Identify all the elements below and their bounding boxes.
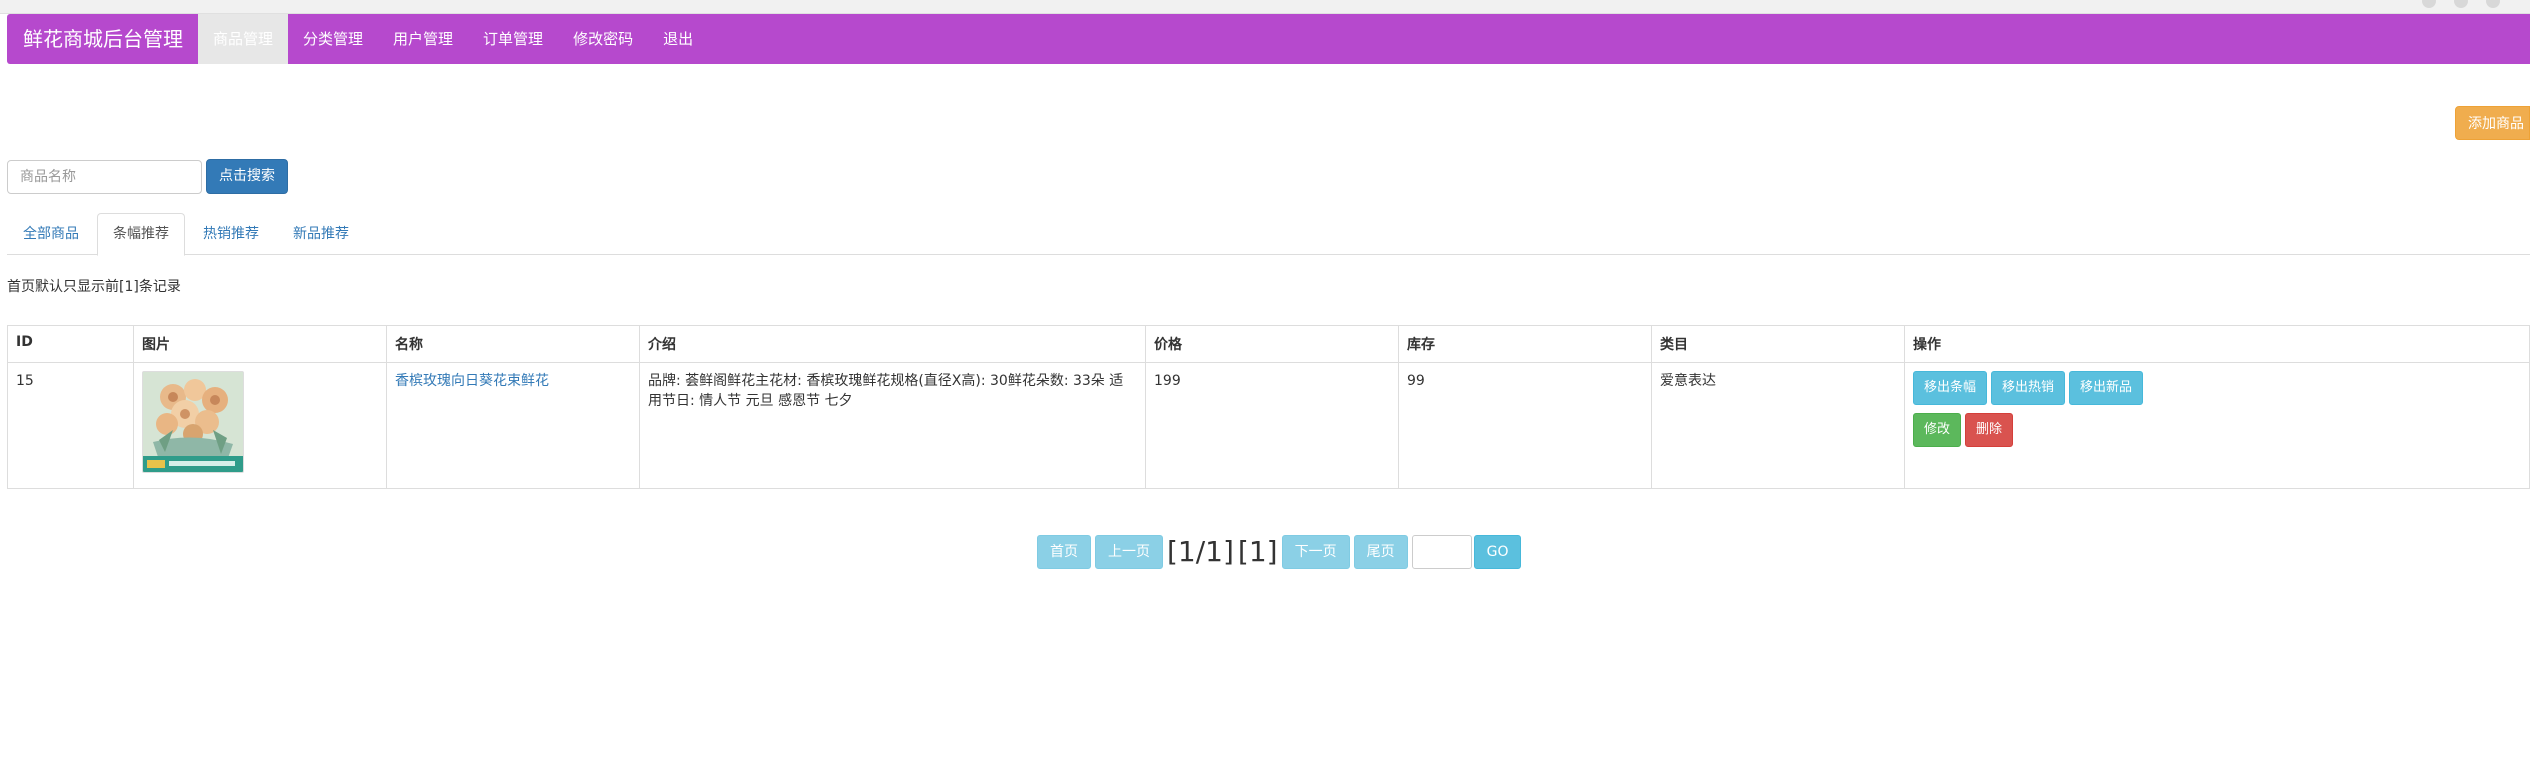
add-product-button[interactable]: 添加商品	[2455, 106, 2530, 140]
table-row: 15 香槟玫瑰向日葵花束鲜花 品牌: 荟鲜阁鲜花主花材: 香槟玫瑰鲜花规格(直径…	[7, 362, 2530, 489]
window-control-dot[interactable]	[2486, 0, 2500, 8]
flower-bouquet-thumbnail-icon	[142, 371, 244, 473]
column-header-name: 名称	[386, 325, 640, 363]
nav-item-orders[interactable]: 订单管理	[468, 14, 558, 64]
product-tabs: 全部商品 条幅推荐 热销推荐 新品推荐	[7, 213, 2530, 256]
tab-banner-recommend[interactable]: 条幅推荐	[97, 213, 185, 256]
nav-item-products[interactable]: 商品管理	[198, 14, 289, 64]
navbar-brand[interactable]: 鲜花商城后台管理	[7, 14, 198, 64]
product-name-link[interactable]: 香槟玫瑰向日葵花束鲜花	[395, 373, 549, 389]
pagination: 首页 上一页 [1/1] [1] 下一页 尾页 GO	[1037, 534, 1522, 570]
remove-banner-button[interactable]: 移出条幅	[1913, 371, 1988, 405]
cell-id: 15	[7, 362, 134, 489]
search-button[interactable]: 点击搜索	[206, 159, 288, 194]
nav-item-categories[interactable]: 分类管理	[288, 14, 378, 64]
column-header-id: ID	[7, 325, 134, 363]
column-header-price: 价格	[1145, 325, 1399, 363]
page-info: [1/1]	[1167, 535, 1234, 568]
cell-intro: 品牌: 荟鲜阁鲜花主花材: 香槟玫瑰鲜花规格(直径X高): 30鲜花朵数: 33…	[639, 362, 1146, 489]
display-limit-note: 首页默认只显示前[1]条记录	[7, 279, 181, 295]
tab-hot-recommend[interactable]: 热销推荐	[187, 213, 275, 255]
browser-top-strip	[0, 0, 2530, 14]
product-table: ID 图片 名称 介绍 价格 库存 类目 操作 15 香槟玫瑰向日葵花束鲜花 品…	[7, 325, 2530, 489]
action-row-edit: 修改 删除	[1913, 413, 2521, 447]
nav-item-users[interactable]: 用户管理	[378, 14, 468, 64]
cell-image	[133, 362, 387, 489]
search-input[interactable]	[7, 160, 202, 194]
remove-hot-button[interactable]: 移出热销	[1991, 371, 2066, 405]
flower-bouquet-image	[143, 372, 243, 472]
total-info: [1]	[1237, 535, 1278, 568]
window-control-dot[interactable]	[2454, 0, 2468, 8]
nav-item-change-password[interactable]: 修改密码	[558, 14, 648, 64]
window-control-dot[interactable]	[2422, 0, 2436, 8]
column-header-intro: 介绍	[639, 325, 1146, 363]
goto-page-input[interactable]	[1411, 535, 1472, 569]
cell-price: 199	[1145, 362, 1399, 489]
remove-new-button[interactable]: 移出新品	[2069, 371, 2144, 405]
prev-page-button[interactable]: 上一页	[1095, 535, 1163, 569]
action-row-recommend: 移出条幅 移出热销 移出新品	[1913, 371, 2521, 405]
column-header-actions: 操作	[1904, 325, 2530, 363]
cell-stock: 99	[1398, 362, 1652, 489]
nav-item-logout[interactable]: 退出	[648, 14, 708, 64]
delete-button[interactable]: 删除	[1965, 413, 2014, 447]
next-page-button[interactable]: 下一页	[1281, 535, 1350, 569]
cell-name: 香槟玫瑰向日葵花束鲜花	[386, 362, 640, 489]
edit-button[interactable]: 修改	[1913, 413, 1962, 447]
top-navbar: 鲜花商城后台管理 商品管理 分类管理 用户管理 订单管理 修改密码 退出	[7, 14, 2530, 64]
go-button[interactable]: GO	[1473, 535, 1522, 569]
cell-actions: 移出条幅 移出热销 移出新品 修改 删除	[1904, 362, 2530, 489]
window-controls	[2422, 0, 2500, 8]
last-page-button[interactable]: 尾页	[1353, 535, 1408, 569]
cell-category: 爱意表达	[1651, 362, 1905, 489]
first-page-button[interactable]: 首页	[1037, 535, 1091, 569]
column-header-category: 类目	[1651, 325, 1905, 363]
column-header-stock: 库存	[1398, 325, 1652, 363]
tab-new-recommend[interactable]: 新品推荐	[277, 213, 365, 255]
column-header-image: 图片	[133, 325, 387, 363]
table-header-row: ID 图片 名称 介绍 价格 库存 类目 操作	[7, 325, 2530, 363]
navbar-links: 商品管理 分类管理 用户管理 订单管理 修改密码 退出	[198, 14, 708, 64]
tab-all-products[interactable]: 全部商品	[7, 213, 95, 255]
